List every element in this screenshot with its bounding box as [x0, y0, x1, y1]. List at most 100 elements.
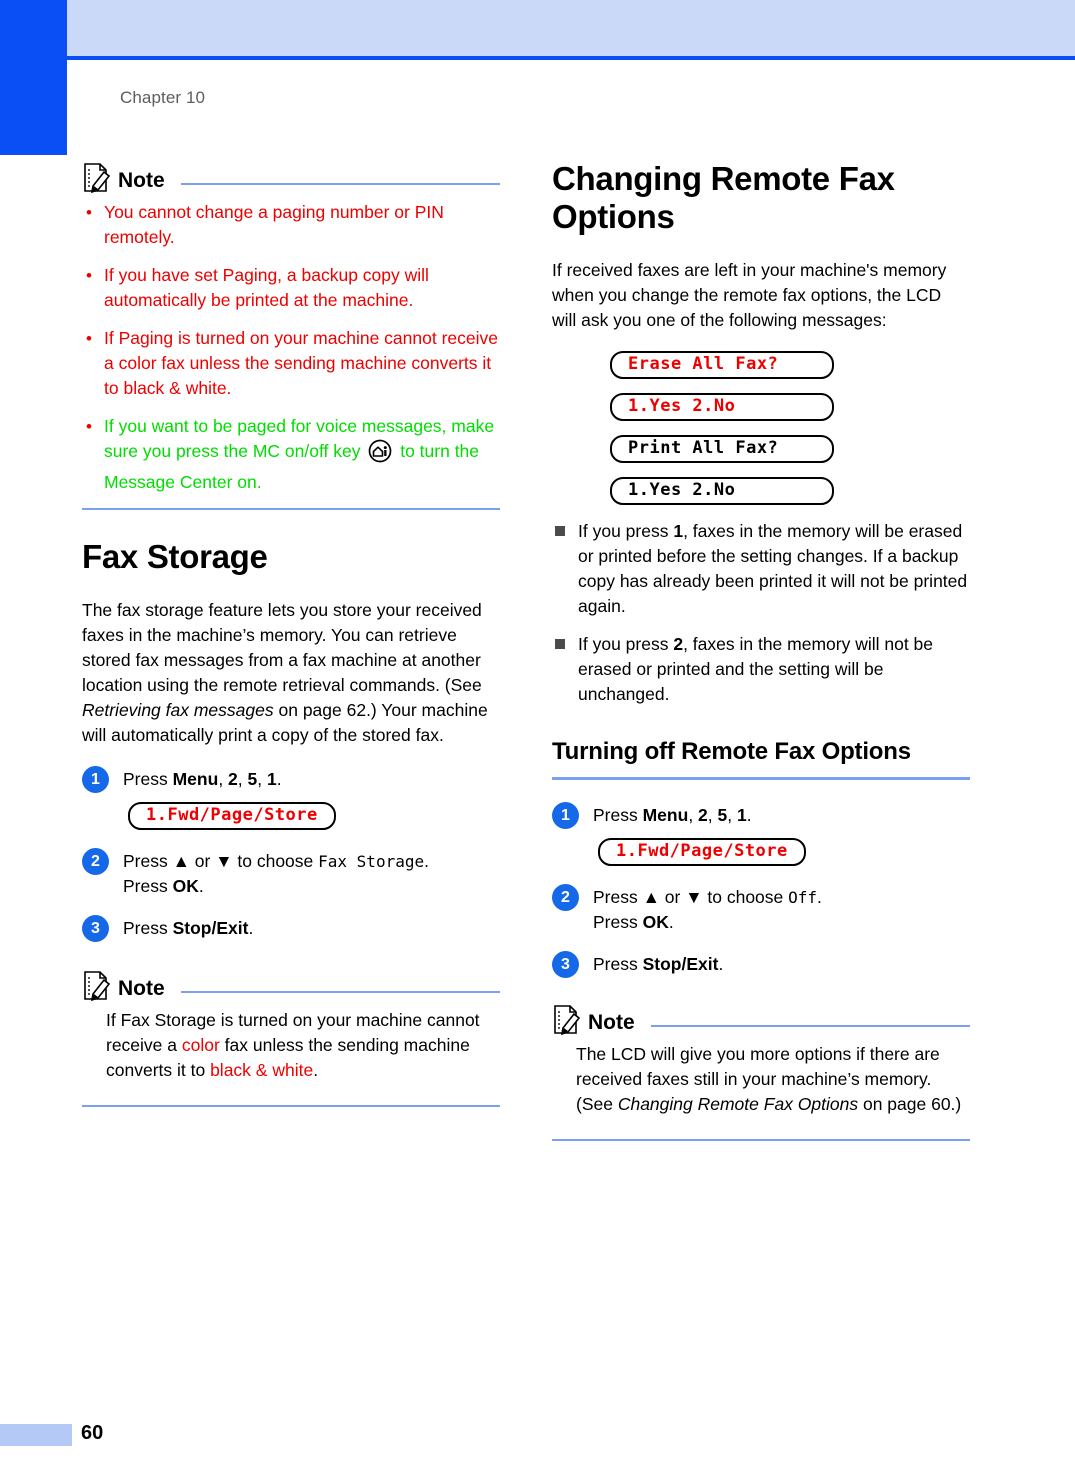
step-number-badge: 3 [82, 915, 109, 942]
note2-part3: . [313, 1060, 319, 1080]
note-bottom-rule [552, 1139, 970, 1141]
header-rule [67, 56, 1075, 60]
step-text: Press Menu, 2, 5, 1. [593, 802, 752, 828]
note-title: Note [118, 169, 165, 192]
lcd-display-yes-no-print: 1.Yes 2.No [610, 477, 834, 505]
step-pre: Press [123, 769, 173, 789]
step-line2-pre: Press [593, 912, 643, 932]
header-band [67, 0, 1075, 56]
changing-remote-intro: If received faxes are left in your machi… [552, 260, 947, 330]
press-options-list: If you press 1, faxes in the memory will… [552, 519, 970, 707]
note-bullet-text-1: You cannot change a paging number or PIN… [104, 202, 444, 247]
step-key-2: 2 [698, 805, 708, 825]
step-line1-post: . [817, 887, 822, 907]
note-bullet-text-3: If Paging is turned on your machine cann… [104, 328, 498, 398]
note2-red-color: color [181, 1035, 220, 1055]
note-header-rule [180, 991, 500, 993]
step-1: 1 Press Menu, 2, 5, 1. [82, 766, 500, 793]
note-block-paging: Note You cannot change a paging number o… [82, 160, 500, 510]
lcd-message-list: Erase All Fax? 1.Yes 2.No Print All Fax?… [610, 351, 970, 505]
step-text: Press ▲ or ▼ to choose Fax Storage. Press… [123, 848, 429, 899]
step-key-ok: OK [642, 912, 669, 932]
step-post: . [276, 769, 282, 789]
step-post: . [746, 805, 752, 825]
fax-storage-intro: The fax storage feature lets you store y… [82, 598, 500, 748]
note-pencil-icon [82, 162, 112, 194]
step-key-stop-exit: Stop/Exit [172, 918, 249, 938]
step-pre: Press [593, 954, 643, 974]
bullet-pre: If you press [578, 634, 674, 654]
list-item: If you want to be paged for voice messag… [82, 414, 500, 495]
lcd-display-erase-all-fax: Erase All Fax? [610, 351, 834, 379]
chapter-label: Chapter 10 [120, 88, 206, 107]
note-title: Note [588, 1011, 635, 1034]
note-block-lcd-options: Note The LCD will give you more options … [552, 1002, 970, 1141]
lcd-wrapper: 1.Fwd/Page/Store [598, 829, 970, 868]
mc-onoff-key-icon [368, 439, 392, 470]
step-key-5: 5 [717, 805, 728, 825]
step-key-5: 5 [247, 769, 258, 789]
intro-italic-ref: Retrieving fax messages [82, 700, 274, 720]
subsection-heading-turning-off: Turning off Remote Fax Options [552, 738, 911, 765]
step-key-1: 1 [266, 769, 277, 789]
step-number-badge: 2 [552, 884, 579, 911]
lcd-display: 1.Fwd/Page/Store [128, 802, 336, 830]
step-text: Press Menu, 2, 5, 1. [123, 766, 282, 792]
step-sep: , [257, 769, 267, 789]
step-line2-pre: Press [123, 876, 173, 896]
step-lcd-term: Fax Storage [318, 852, 425, 871]
step-line2-post: . [668, 912, 674, 932]
section-heading-changing-remote-fax-options: Changing Remote Fax Options [552, 160, 895, 235]
list-item: If Paging is turned on your machine cann… [82, 326, 500, 401]
step-sep: , [688, 805, 699, 825]
step-sep: , [237, 769, 248, 789]
note-italic-ref: Changing Remote Fax Options [617, 1094, 859, 1114]
lcd-display: 1.Fwd/Page/Store [598, 838, 806, 866]
lcd-wrapper: 1.Fwd/Page/Store [128, 793, 500, 832]
step-line1-pre: Press ▲ or ▼ to choose [593, 887, 789, 907]
note-bottom-rule [82, 1105, 500, 1107]
left-column: Note You cannot change a paging number o… [82, 160, 500, 1107]
bullet-pre: If you press [578, 521, 674, 541]
subsection-rule [552, 777, 970, 780]
step-number-badge: 2 [82, 848, 109, 875]
lcd-display-print-all-fax: Print All Fax? [610, 435, 834, 463]
step-text: Press Stop/Exit. [593, 951, 723, 977]
list-item: You cannot change a paging number or PIN… [82, 200, 500, 250]
step-key-1: 1 [736, 805, 747, 825]
list-item: If you press 2, faxes in the memory will… [552, 632, 970, 707]
step-key-stop-exit: Stop/Exit [642, 954, 719, 974]
step-post: . [718, 954, 724, 974]
note-bottom-rule [82, 508, 500, 510]
section-heading-fax-storage: Fax Storage [82, 538, 268, 575]
note-part2: on page 60.) [858, 1094, 962, 1114]
right-column: Changing Remote Fax Options If received … [552, 160, 970, 1141]
step-line1-pre: Press ▲ or ▼ to choose [123, 851, 319, 871]
header-left-bar [0, 0, 67, 155]
note-pencil-icon [82, 970, 112, 1002]
note-block-fax-storage: Note If Fax Storage is turned on your ma… [82, 968, 500, 1107]
step-sep: , [727, 805, 737, 825]
step-number-badge: 3 [552, 951, 579, 978]
step-key-ok: OK [172, 876, 199, 896]
note-header: Note [82, 968, 500, 1002]
note-header: Note [82, 160, 500, 194]
step-text: Press ▲ or ▼ to choose Off. Press OK. [593, 884, 822, 935]
intro-part1: The fax storage feature lets you store y… [82, 600, 482, 695]
step-2: 2 Press ▲ or ▼ to choose Off. Press OK. [552, 884, 970, 935]
step-text: Press Stop/Exit. [123, 915, 253, 941]
step-number-badge: 1 [82, 766, 109, 793]
note-title: Note [118, 977, 165, 1000]
step-3: 3 Press Stop/Exit. [552, 951, 970, 978]
note-header-rule [180, 183, 500, 185]
note-body: If Fax Storage is turned on your machine… [82, 1008, 500, 1083]
step-line1-post: . [424, 851, 429, 871]
page-number: 60 [81, 1422, 104, 1444]
step-pre: Press [593, 805, 643, 825]
step-1: 1 Press Menu, 2, 5, 1. [552, 802, 970, 829]
step-2: 2 Press ▲ or ▼ to choose Fax Storage. Pre… [82, 848, 500, 899]
note-header: Note [552, 1002, 970, 1036]
note2-red-bw: black & white [210, 1060, 314, 1080]
step-sep: , [218, 769, 229, 789]
note-pencil-icon [552, 1004, 582, 1036]
